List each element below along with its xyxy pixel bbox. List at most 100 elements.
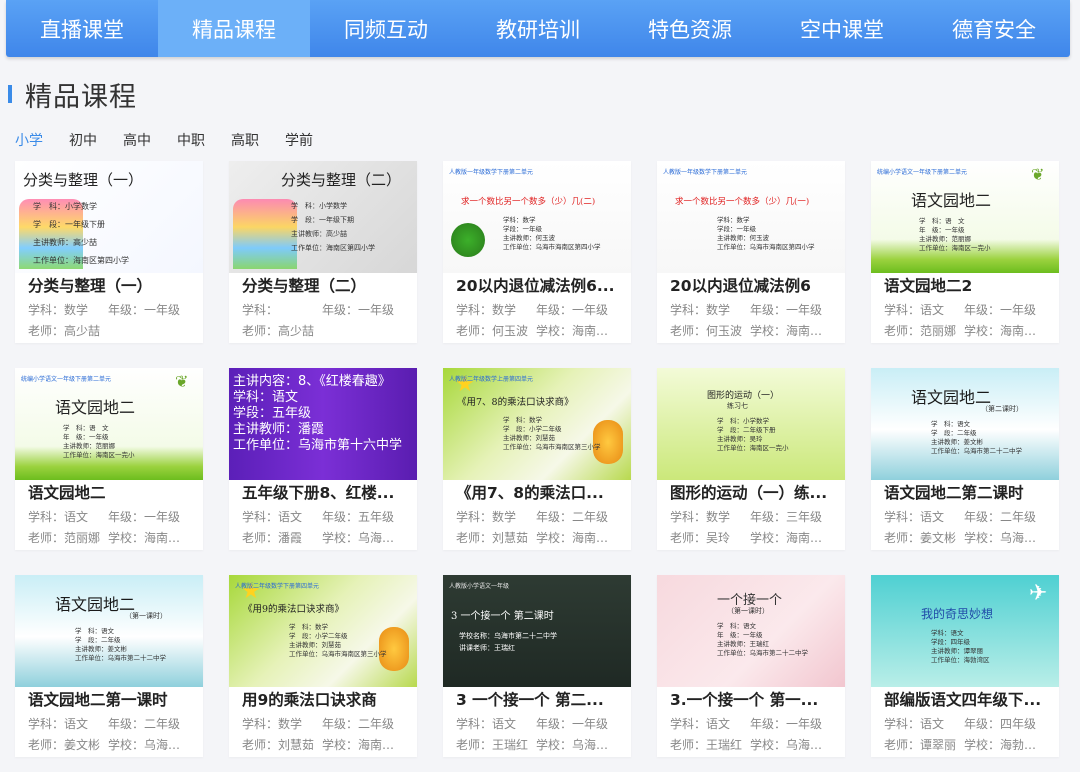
course-meta-row-1: 学科：语文 年级：一年级 [28,509,180,529]
thumbnail-info-line: 工作单位：海南区一完小 [919,244,991,252]
course-title[interactable]: 部编版语文四年级下... [884,688,1052,712]
course-title[interactable]: 用9的乘法口诀求商 [242,688,410,712]
level-primary[interactable]: 小学 [15,131,43,151]
subject-value: 语文 [278,510,303,524]
level-filter: 小学 初中 高中 中职 高职 学前 [15,131,339,151]
course-thumbnail[interactable]: ★ 人教版二年级数学下册第四单元 《用9的乘法口诀求商》学 科：数学学 段：小学二年… [229,575,417,687]
thumbnail-series-label: 人教版一年级数学下册第二单元 [663,169,748,176]
course-title[interactable]: 语文园地二2 [884,274,1052,298]
thumbnail-series-label: 人教版小学语文一年级 [449,583,510,590]
level-vocational-secondary[interactable]: 中职 [177,131,205,151]
course-title[interactable]: 3 一个接一个 第二... [456,688,624,712]
nav-sync-interaction[interactable]: 同频互动 [310,0,462,57]
nav-teaching-research[interactable]: 教研培训 [462,0,614,57]
course-title[interactable]: 语文园地二第二课时 [884,481,1052,505]
course-thumbnail[interactable]: 语文园地二 （第一课时）学 科：语文学 段：二年级 主讲教师：姜文彬 工作单位：乌海市… [15,575,203,687]
course-card[interactable]: 人教版一年级数学下册第二单元 求一个数比另一个数多（少）几(二) 学科：数学 学段：一… [443,161,631,343]
course-title[interactable]: 五年级下册8、红楼... [242,481,410,505]
course-card[interactable]: ★ 人教版二年级数学上册第四单元 《用7、8的乘法口诀求商》学 科：数学学 段：小学… [443,368,631,550]
teacher-value: 姜文彬 [64,738,101,752]
course-card[interactable]: ❦ 统编小学语文一年级下册第二单元 语文园地二学 科：语 文年 级：一年级 主讲教师：… [871,161,1059,343]
course-meta-row-1: 学科：数学 年级：一年级 [28,302,180,322]
teacher-value: 何玉波 [706,324,743,338]
course-card[interactable]: 人教版一年级数学下册第二单元 求一个数比另一个数多（少）几(一) 学科：数学 学段：一… [657,161,845,343]
course-thumbnail[interactable]: 主讲内容：8、《红楼春趣》 学科：语文 学段：五年级 主讲教师：潘霞 工作单位：乌海市第… [229,368,417,480]
course-title[interactable]: 20以内退位减法例6... [456,274,624,298]
course-teacher: 老师：吴玲 [670,530,746,546]
nav-moral-safety[interactable]: 德育安全 [918,0,1070,57]
thumbnail-heading: 语文园地二 [911,191,992,210]
course-thumbnail[interactable]: 人教版一年级数学下册第二单元 求一个数比另一个数多（少）几(一) 学科：数学 学段：一… [657,161,845,273]
course-title[interactable]: 图形的运动（一）练... [670,481,838,505]
course-thumbnail[interactable]: 分类与整理（二） 学 科：小学数学学 段：一年级下期 主讲教师：高少喆 工作单位：海南… [229,161,417,273]
section-title: 精品课程 [25,81,137,113]
course-school: 学校：海南区... [108,530,188,546]
course-thumbnail[interactable]: 一个接一个 （第一课时）学 科：语文年 级：一年级 主讲教师：王瑞红 工作单位：乌海市… [657,575,845,687]
course-card[interactable]: 语文园地二 （第一课时）学 科：语文学 段：二年级 主讲教师：姜文彬 工作单位：乌海市… [15,575,203,757]
course-title[interactable]: 分类与整理（二） [242,274,410,298]
course-subject: 学科：数学 [456,509,532,525]
grade-label: 年级： [322,717,359,731]
course-card[interactable]: 人教版小学语文一年级 3 一个接一个 第二课时 学校名称：乌海市第二十二中学 讲课老师… [443,575,631,757]
course-card[interactable]: 分类与整理（二） 学 科：小学数学学 段：一年级下期 主讲教师：高少喆 工作单位：海南… [229,161,417,343]
course-subject: 学科：语文 [28,716,104,732]
thumbnail-heading: 语文园地二 [55,595,136,614]
teacher-value: 潘霞 [278,531,303,545]
course-thumbnail[interactable]: ★ 人教版二年级数学上册第四单元 《用7、8的乘法口诀求商》学 科：数学学 段：小学… [443,368,631,480]
course-card[interactable]: 主讲内容：8、《红楼春趣》 学科：语文 学段：五年级 主讲教师：潘霞 工作单位：乌海市第… [229,368,417,550]
course-thumbnail[interactable]: 人教版一年级数学下册第二单元 求一个数比另一个数多（少）几(二) 学科：数学 学段：一… [443,161,631,273]
course-thumbnail[interactable]: 人教版小学语文一年级 3 一个接一个 第二课时 学校名称：乌海市第二十二中学 讲课老师… [443,575,631,687]
course-title[interactable]: 《用7、8的乘法口... [456,481,624,505]
nav-featured-resources[interactable]: 特色资源 [614,0,766,57]
course-title[interactable]: 分类与整理（一） [28,274,196,298]
course-card[interactable]: 图形的运动（一） 练习七学 科：小学数学学 段：二年级下册 主讲教师：吴玲 工作单位：… [657,368,845,550]
course-teacher: 老师：王瑞红 [670,737,746,753]
school-label: 学校： [536,324,573,338]
thumbnail-info-line: 工作单位：乌海市第二十二中学 [75,654,166,662]
school-value: 海南区... [786,324,830,338]
subject-value: 语文 [920,303,945,317]
school-label: 学校： [536,531,573,545]
course-thumbnail[interactable]: 图形的运动（一） 练习七学 科：小学数学学 段：二年级下册 主讲教师：吴玲 工作单位：… [657,368,845,480]
course-title[interactable]: 20以内退位减法例6 [670,274,838,298]
teacher-label: 老师： [884,738,921,752]
school-label: 学校： [964,531,1001,545]
course-school: 学校：海南区... [322,737,402,753]
thumbnail-heading: 《用9的乘法口诀求商》 [243,604,345,615]
school-value: 乌海市... [358,531,402,545]
level-vocational-college[interactable]: 高职 [231,131,259,151]
course-card[interactable]: ✈ 我的奇思妙想 学科：语文 学段：四年级 主讲教师：谭翠丽 工作单位：海勃湾区 部编版语文… [871,575,1059,757]
course-thumbnail[interactable]: ✈ 我的奇思妙想 学科：语文 学段：四年级 主讲教师：谭翠丽 工作单位：海勃湾区 [871,575,1059,687]
subject-label: 学科： [28,510,65,524]
thumbnail-info-line: 工作单位：乌海市海南区第三小学 [503,442,601,451]
course-teacher: 老师：何玉波 [456,323,532,339]
nav-live-class[interactable]: 直播课堂 [6,0,158,57]
teacher-value: 何玉波 [492,324,529,338]
level-preschool[interactable]: 学前 [285,131,313,151]
course-title[interactable]: 语文园地二 [28,481,196,505]
course-card[interactable]: ❦ 统编小学语文一年级下册第二单元 语文园地二学 科：语 文年 级：一年级 主讲教师：… [15,368,203,550]
course-title[interactable]: 3.一个接一个 第一... [670,688,838,712]
course-card[interactable]: ★ 人教版二年级数学下册第四单元 《用9的乘法口诀求商》学 科：数学学 段：小学二年… [229,575,417,757]
nav-air-classroom[interactable]: 空中课堂 [766,0,918,57]
level-senior-high[interactable]: 高中 [123,131,151,151]
nav-featured-courses[interactable]: 精品课程 [158,0,310,57]
course-thumbnail[interactable]: 语文园地二 （第二课时）学 科：语文学 段：二年级 主讲教师：姜文彬 工作单位：乌海市… [871,368,1059,480]
teacher-label: 老师： [28,531,65,545]
course-thumbnail[interactable]: ❦ 统编小学语文一年级下册第二单元 语文园地二学 科：语 文年 级：一年级 主讲教师：… [871,161,1059,273]
course-teacher: 老师：范丽娜 [28,530,104,546]
course-meta-row-1: 学科： 年级：一年级 [242,302,394,322]
course-teacher: 老师：王瑞红 [456,737,532,753]
grade-value: 五年级 [358,510,395,524]
course-card[interactable]: 一个接一个 （第一课时）学 科：语文年 级：一年级 主讲教师：王瑞红 工作单位：乌海市… [657,575,845,757]
course-thumbnail[interactable]: ❦ 统编小学语文一年级下册第二单元 语文园地二学 科：语 文年 级：一年级 主讲教师：… [15,368,203,480]
section-header: 精品课程 [0,74,137,114]
course-meta-row-2: 老师：高少喆 [242,323,318,343]
course-subject: 学科：语文 [242,509,318,525]
course-title[interactable]: 语文园地二第一课时 [28,688,196,712]
level-junior-high[interactable]: 初中 [69,131,97,151]
course-thumbnail[interactable]: 分类与整理（一） 学 科：小学数学学 段：一年级下册 主讲教师：高少喆 工作单位：海南… [15,161,203,273]
grade-value: 一年级 [572,303,609,317]
course-card[interactable]: 分类与整理（一） 学 科：小学数学学 段：一年级下册 主讲教师：高少喆 工作单位：海南… [15,161,203,343]
course-card[interactable]: 语文园地二 （第二课时）学 科：语文学 段：二年级 主讲教师：姜文彬 工作单位：乌海市… [871,368,1059,550]
